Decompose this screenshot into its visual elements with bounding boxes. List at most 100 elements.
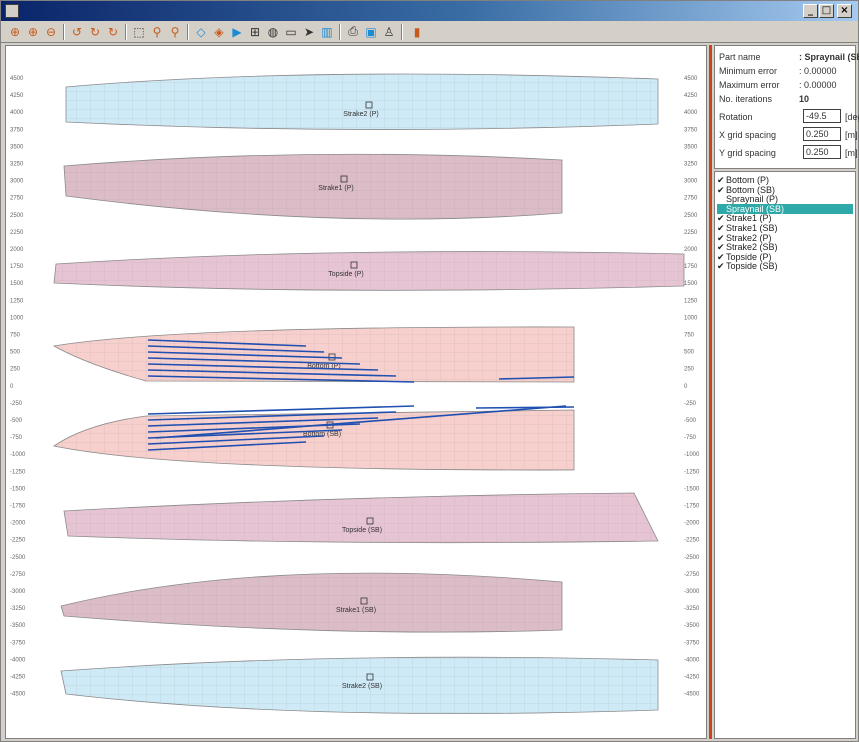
globe-icon[interactable]: ◍: [265, 23, 281, 40]
zoom-in-all-icon[interactable]: ⊕: [7, 23, 23, 40]
part-list-item[interactable]: ✔Strake1 (P): [717, 213, 853, 223]
part-list-item[interactable]: ✔Strake2 (P): [717, 233, 853, 243]
arrow-icon[interactable]: ➤: [301, 23, 317, 40]
y-tick-label: 3500: [684, 144, 698, 150]
y-tick-label: 2000: [10, 247, 24, 253]
y-tick-label: -4500: [10, 692, 26, 698]
y-tick-label: -1500: [10, 486, 26, 492]
checked-icon[interactable]: ✔: [717, 261, 726, 271]
part-list-item[interactable]: ✔Topside (SB): [717, 261, 853, 271]
y-tick-label: 1000: [10, 315, 24, 321]
y-tick-label: -4250: [684, 675, 700, 681]
person-icon[interactable]: ♙: [381, 23, 397, 40]
checked-icon[interactable]: ✔: [717, 242, 726, 252]
checked-icon[interactable]: ✔: [717, 223, 726, 233]
plate-shape[interactable]: Topside (P): [53, 251, 685, 291]
zoom-out-icon[interactable]: ⚲: [167, 23, 183, 40]
save-icon[interactable]: ▣: [363, 23, 379, 40]
x-grid-input[interactable]: 0.250: [803, 127, 841, 141]
y-tick-label: -2000: [10, 521, 26, 527]
y-tick-label: -500: [10, 418, 23, 424]
y-tick-label: 500: [684, 350, 695, 356]
part-list-label: Spraynail (P): [726, 194, 779, 205]
plate-shape[interactable]: Strake2 (SB): [60, 656, 659, 714]
table-icon[interactable]: ▥: [319, 23, 335, 40]
part-list-item[interactable]: ✔Strake2 (SB): [717, 242, 853, 252]
erase-icon[interactable]: ◈: [211, 23, 227, 40]
minimize-button[interactable]: _: [803, 4, 818, 18]
y-tick-label: 3000: [684, 179, 698, 185]
checked-icon[interactable]: ✔: [717, 185, 726, 195]
y-tick-label: 4250: [684, 93, 698, 99]
part-list-item[interactable]: ✔Bottom (SB): [717, 185, 853, 195]
y-tick-label: 4000: [10, 110, 24, 116]
y-tick-label: -2000: [684, 521, 700, 527]
y-tick-label: 2500: [10, 213, 24, 219]
plate-shape[interactable]: Strake2 (P): [65, 73, 659, 130]
plate-expansion-plot[interactable]: 4500425040003750350032503000275025002250…: [6, 46, 706, 738]
checked-icon[interactable]: ✔: [717, 233, 726, 243]
y-tick-label: 2750: [10, 196, 24, 202]
y-tick-label: -1250: [684, 469, 700, 475]
part-list-item[interactable]: ✔Topside (P): [717, 252, 853, 262]
part-list-item[interactable]: Spraynail (P): [717, 194, 853, 204]
y-tick-label: -2500: [10, 555, 26, 561]
y-tick-label: -3750: [684, 640, 700, 646]
y-tick-label: 1500: [684, 281, 698, 287]
y-tick-label: 1500: [10, 281, 24, 287]
door-icon[interactable]: ▮: [409, 23, 425, 40]
plate-label: Topside (SB): [342, 527, 382, 534]
close-button[interactable]: ×: [837, 4, 852, 18]
zoom-in-icon[interactable]: ⚲: [149, 23, 165, 40]
y-tick-label: -1750: [684, 504, 700, 510]
rotate-icon[interactable]: ↻: [87, 23, 103, 40]
part-list-item[interactable]: Spraynail (SB): [717, 203, 853, 214]
app-icon: [5, 4, 19, 18]
plate-shape[interactable]: Bottom (SB): [52, 409, 575, 471]
plate-label: Strake1 (SB): [336, 607, 376, 614]
y-tick-label: -3750: [10, 640, 26, 646]
y-tick-label: 750: [10, 333, 21, 339]
y-tick-label: 3000: [10, 179, 24, 185]
zoom-all-icon[interactable]: ⊕: [25, 23, 41, 40]
y-grid-input[interactable]: 0.250: [803, 145, 841, 159]
y-tick-label: 0: [684, 384, 688, 390]
properties-panel: Part name: Spraynail (SB) Minimum error:…: [714, 45, 859, 169]
parts-list[interactable]: ✔Bottom (P) ✔Bottom (SB) Spraynail (P) Spra…: [714, 171, 856, 739]
part-list-label: Topside (SB): [726, 261, 778, 272]
checked-icon[interactable]: ✔: [717, 252, 726, 262]
rotate-left-icon[interactable]: ↺: [69, 23, 85, 40]
y-tick-label: 2250: [684, 230, 698, 236]
play-icon[interactable]: ▶: [229, 23, 245, 40]
y-tick-label: -3500: [684, 623, 700, 629]
part-list-label: Strake2 (SB): [726, 242, 778, 253]
part-list-item[interactable]: ✔Strake1 (SB): [717, 223, 853, 233]
panel-splitter[interactable]: [709, 45, 712, 739]
zoom-out-all-icon[interactable]: ⊖: [43, 23, 59, 40]
y-tick-label: -750: [684, 435, 697, 441]
zoom-window-icon[interactable]: ⬚: [131, 23, 147, 40]
y-tick-label: -4500: [684, 692, 700, 698]
y-tick-label: -1250: [10, 469, 26, 475]
rotation-unit: [deg]: [845, 112, 859, 122]
y-tick-label: -500: [684, 418, 697, 424]
plate-drawing-canvas[interactable]: 4500 4250 4000 3750 3500 3250 3000 2750 2500 2250…: [5, 45, 707, 739]
grid-icon[interactable]: ⊞: [247, 23, 263, 40]
plate-shape[interactable]: Strake1 (P): [63, 153, 563, 220]
plate-shape[interactable]: Topside (SB): [63, 492, 659, 544]
fill-icon[interactable]: ◇: [193, 23, 209, 40]
y-tick-label: -2500: [684, 555, 700, 561]
iterations-label: No. iterations: [719, 94, 773, 104]
checked-icon[interactable]: ✔: [717, 175, 726, 185]
y-tick-label: 3500: [10, 144, 24, 150]
y-tick-label: -2250: [684, 538, 700, 544]
y-tick-label: 4250: [10, 93, 24, 99]
rotate-right-icon[interactable]: ↻: [105, 23, 121, 40]
checked-icon[interactable]: ✔: [717, 213, 726, 223]
maximize-button[interactable]: □: [819, 4, 834, 18]
part-list-item[interactable]: ✔Bottom (P): [717, 175, 853, 185]
print-icon[interactable]: ⎙: [345, 23, 361, 40]
cursor-icon[interactable]: ▭: [283, 23, 299, 40]
rotation-input[interactable]: -49.5: [803, 109, 841, 123]
plate-shape[interactable]: Strake1 (SB): [60, 572, 563, 633]
